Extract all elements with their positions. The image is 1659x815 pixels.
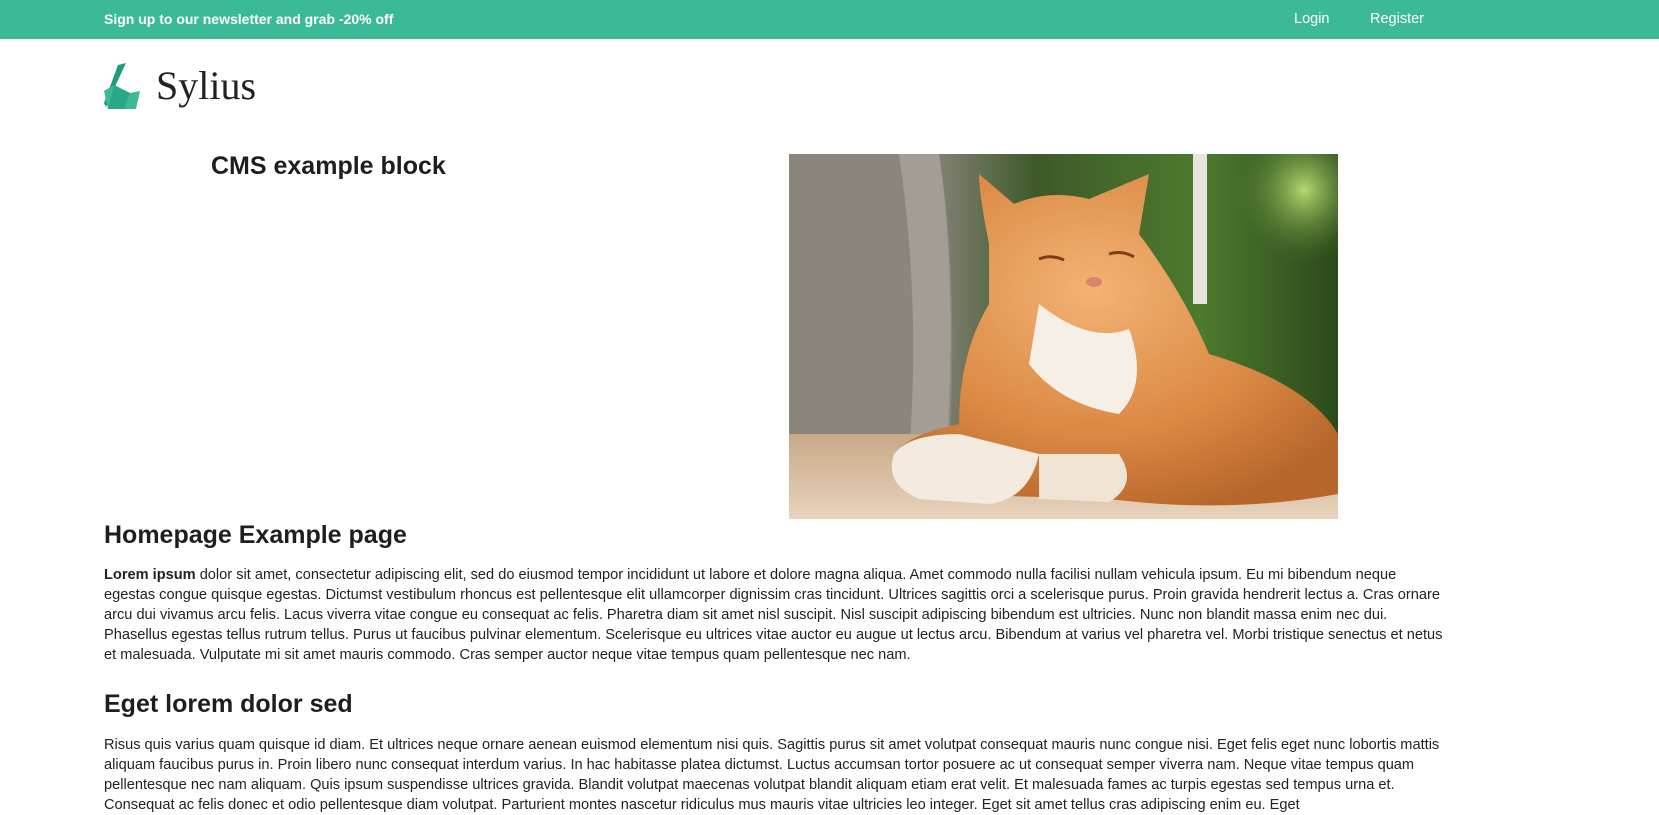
newsletter-promo-text: Sign up to our newsletter and grab -20% … (104, 11, 394, 27)
register-link[interactable]: Register (1370, 11, 1424, 27)
intro-bold-text: Lorem ipsum (104, 567, 196, 583)
logo-wordmark: Sylius (156, 63, 257, 108)
orange-cat-photo (789, 154, 1338, 519)
intro-body-text: dolor sit amet, consectetur adipiscing e… (104, 567, 1443, 663)
site-logo[interactable]: Sylius (104, 63, 264, 109)
section-paragraph: Risus quis varius quam quisque id diam. … (104, 737, 1440, 813)
intro-paragraph: Lorem ipsum dolor sit amet, consectetur … (104, 565, 1446, 665)
login-link[interactable]: Login (1294, 11, 1329, 27)
page-title: Homepage Example page (104, 521, 407, 549)
sylius-swan-icon (104, 63, 140, 109)
cms-block-title: CMS example block (211, 152, 446, 180)
section-title: Eget lorem dolor sed (104, 690, 353, 718)
top-banner: Sign up to our newsletter and grab -20% … (0, 0, 1659, 39)
